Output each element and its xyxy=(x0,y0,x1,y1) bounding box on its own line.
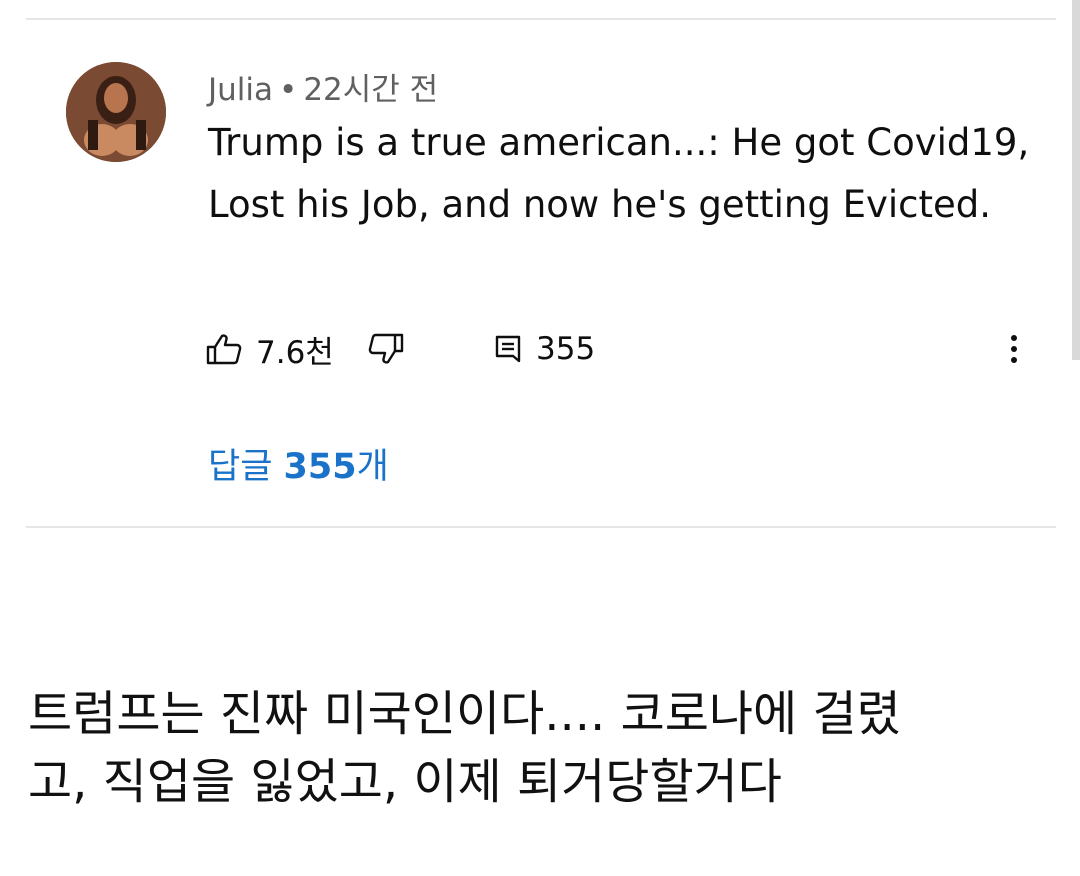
replies-link-suffix: 개 xyxy=(356,447,389,487)
replies-link-prefix: 답글 xyxy=(208,447,273,487)
like-button[interactable]: 7.6천 xyxy=(206,326,334,372)
replies-link-count: 355 xyxy=(283,447,357,487)
comment-text: Trump is a true american...: He got Covi… xyxy=(208,121,1030,226)
caption-line-1: 트럼프는 진짜 미국인이다.... 코로나에 걸렸 xyxy=(28,686,901,742)
comment-meta: Julia • 22시간 전 xyxy=(208,64,438,109)
avatar[interactable] xyxy=(66,62,166,162)
more-options-button[interactable] xyxy=(1002,326,1026,372)
dislike-button[interactable] xyxy=(368,326,404,372)
comment-time[interactable]: 22시간 전 xyxy=(303,72,438,108)
author-name[interactable]: Julia xyxy=(208,72,273,108)
reply-button[interactable]: 355 xyxy=(494,326,595,372)
bottom-divider xyxy=(26,526,1056,528)
comment-actions: 7.6천 355 xyxy=(206,326,1036,372)
meta-separator: • xyxy=(279,72,298,108)
reply-count: 355 xyxy=(536,331,596,367)
comment-icon xyxy=(495,335,521,363)
thumbs-up-icon xyxy=(206,334,242,365)
thumbs-down-icon xyxy=(368,333,404,364)
view-replies-link[interactable]: 답글 355개 xyxy=(208,438,389,489)
translation-caption: 트럼프는 진짜 미국인이다.... 코로나에 걸렸 고, 직업을 잃었고, 이제… xyxy=(28,680,1068,816)
caption-line-2: 고, 직업을 잃었고, 이제 퇴거당할거다 xyxy=(28,754,782,810)
avatar-image xyxy=(66,62,166,162)
more-vertical-icon xyxy=(1011,335,1017,363)
comment-card: Julia • 22시간 전 Trump is a true american...… xyxy=(0,0,1080,526)
like-count: 7.6천 xyxy=(256,334,334,371)
